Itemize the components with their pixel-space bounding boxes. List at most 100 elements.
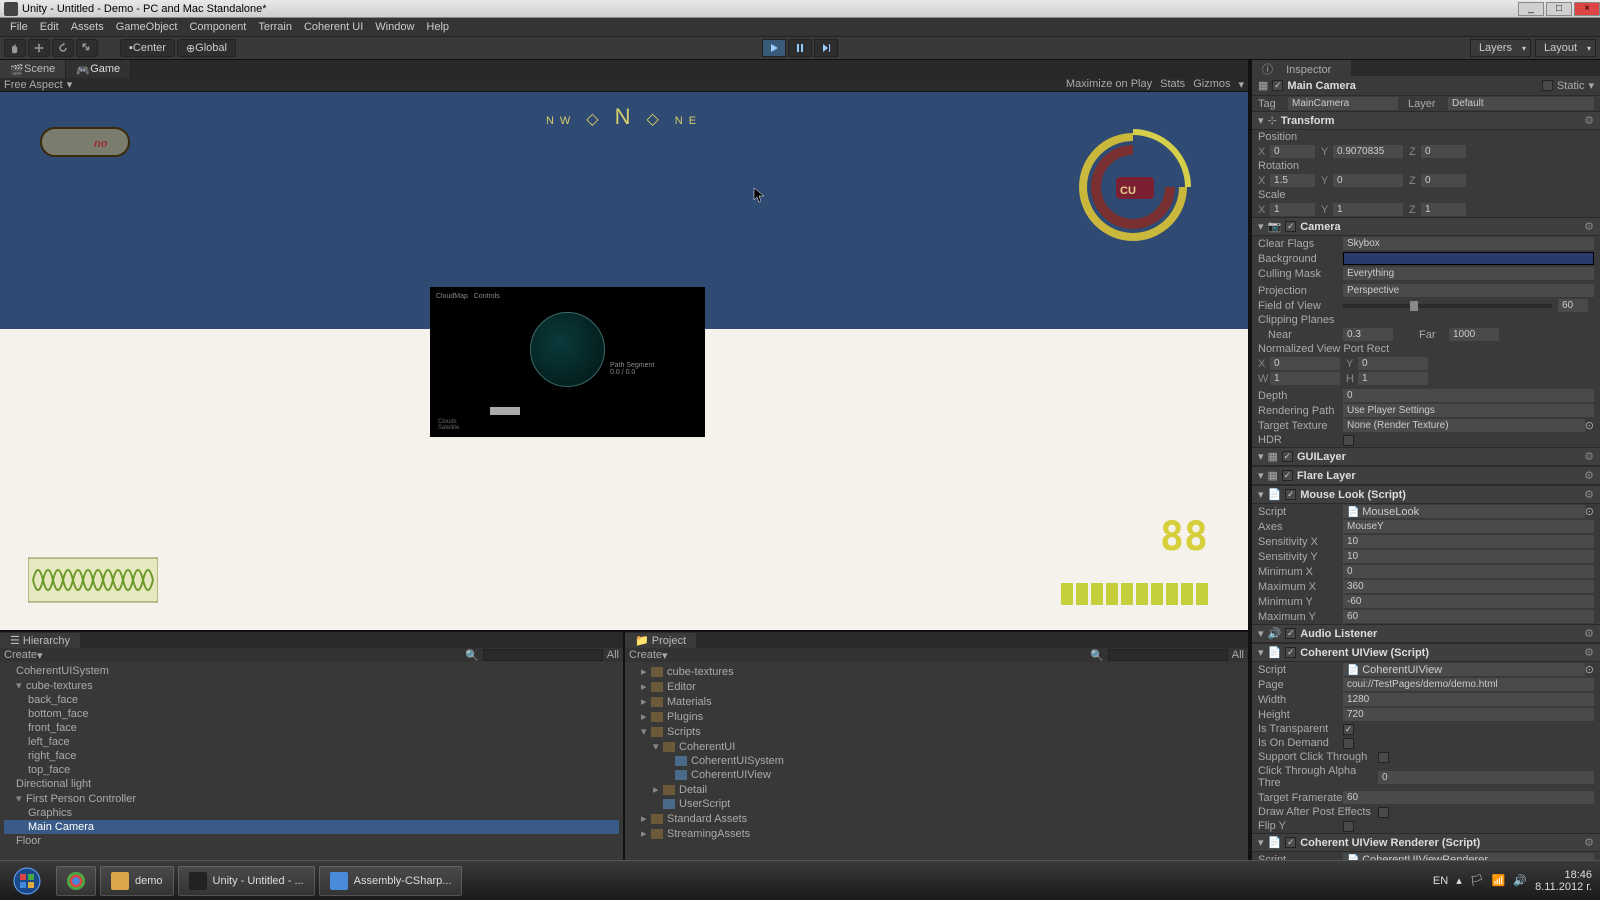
volume-icon[interactable]: 🔊 xyxy=(1513,874,1527,887)
coherentrenderer-enabled-checkbox[interactable] xyxy=(1285,837,1296,848)
ondemand-checkbox[interactable] xyxy=(1343,738,1354,749)
viewport-h-field[interactable] xyxy=(1358,372,1428,385)
step-button[interactable] xyxy=(814,39,838,57)
menu-component[interactable]: Component xyxy=(183,21,252,33)
start-button[interactable] xyxy=(4,864,50,898)
hierarchy-item[interactable]: bottom_face xyxy=(4,707,619,721)
maximize-on-play-toggle[interactable]: Maximize on Play xyxy=(1066,78,1152,91)
culling-mask-dropdown[interactable]: Everything xyxy=(1343,267,1594,280)
project-item[interactable]: UserScript xyxy=(629,797,1244,811)
guilayer-enabled-checkbox[interactable] xyxy=(1282,451,1293,462)
tag-dropdown[interactable]: MainCamera xyxy=(1288,97,1398,110)
camera-enabled-checkbox[interactable] xyxy=(1285,221,1296,232)
clickalpha-field[interactable] xyxy=(1378,771,1594,784)
viewport-x-field[interactable] xyxy=(1270,357,1340,370)
audiolistener-component-header[interactable]: ▾🔊Audio Listener⚙ xyxy=(1252,624,1600,643)
targetfps-field[interactable] xyxy=(1343,791,1594,804)
viewport-y-field[interactable] xyxy=(1358,357,1428,370)
static-checkbox[interactable] xyxy=(1542,80,1553,91)
aspect-dropdown[interactable]: Free Aspect xyxy=(4,79,63,91)
miny-field[interactable] xyxy=(1343,595,1594,608)
project-item[interactable]: ▸ StreamingAssets xyxy=(629,826,1244,841)
layer-dropdown[interactable]: Default xyxy=(1448,97,1594,110)
far-clip-field[interactable] xyxy=(1449,328,1499,341)
hierarchy-item[interactable]: back_face xyxy=(4,693,619,707)
camera-component-header[interactable]: ▾📷Camera⚙ xyxy=(1252,217,1600,236)
fov-slider[interactable] xyxy=(1343,304,1552,308)
gameobject-enabled-checkbox[interactable] xyxy=(1272,80,1283,91)
page-field[interactable] xyxy=(1343,678,1594,691)
project-tab[interactable]: 📁 Project xyxy=(625,633,696,648)
taskbar-vs[interactable]: Assembly-CSharp... xyxy=(319,866,463,896)
mouselook-enabled-checkbox[interactable] xyxy=(1285,489,1296,500)
gear-icon[interactable]: ⚙ xyxy=(1584,627,1594,640)
gameobject-name[interactable]: Main Camera xyxy=(1287,80,1355,92)
hierarchy-create-dropdown[interactable]: Create xyxy=(4,649,37,661)
project-item[interactable]: ▸ cube-textures xyxy=(629,664,1244,679)
coherentview-component-header[interactable]: ▾📄Coherent UIView (Script)⚙ xyxy=(1252,643,1600,662)
taskbar-folder[interactable]: demo xyxy=(100,866,174,896)
clear-flags-dropdown[interactable]: Skybox xyxy=(1343,237,1594,250)
gear-icon[interactable]: ⚙ xyxy=(1584,450,1594,463)
drawafter-checkbox[interactable] xyxy=(1378,807,1389,818)
gear-icon[interactable]: ⚙ xyxy=(1584,836,1594,849)
project-tree[interactable]: ▸ cube-textures▸ Editor▸ Materials▸ Plug… xyxy=(625,662,1248,860)
target-texture-field[interactable]: None (Render Texture) xyxy=(1343,419,1585,432)
rotate-tool-button[interactable] xyxy=(52,39,74,57)
rotation-x-field[interactable] xyxy=(1270,174,1315,187)
gear-icon[interactable]: ⚙ xyxy=(1584,488,1594,501)
hierarchy-item[interactable]: Graphics xyxy=(4,806,619,820)
project-create-dropdown[interactable]: Create xyxy=(629,649,662,661)
stats-toggle[interactable]: Stats xyxy=(1160,78,1185,91)
project-item[interactable]: ▸ Materials xyxy=(629,694,1244,709)
hierarchy-tree[interactable]: CoherentUISystem ▾cube-textures back_fac… xyxy=(0,662,623,860)
minx-field[interactable] xyxy=(1343,565,1594,578)
hierarchy-search-input[interactable] xyxy=(483,649,603,661)
audiolistener-enabled-checkbox[interactable] xyxy=(1285,628,1296,639)
script-field[interactable]: 📄 MouseLook xyxy=(1343,505,1585,518)
hierarchy-item[interactable]: Directional light xyxy=(4,777,619,791)
menu-file[interactable]: File xyxy=(4,21,34,33)
hierarchy-item[interactable]: top_face xyxy=(4,763,619,777)
project-item[interactable]: ▸ Editor xyxy=(629,679,1244,694)
taskbar-clock[interactable]: 18:46 8.11.2012 г. xyxy=(1535,869,1592,893)
close-button[interactable]: × xyxy=(1574,2,1600,16)
menu-terrain[interactable]: Terrain xyxy=(252,21,298,33)
tray-arrow-icon[interactable]: ▴ xyxy=(1456,874,1462,887)
height-field[interactable] xyxy=(1343,708,1594,721)
flag-icon[interactable]: 🏳 xyxy=(1470,874,1484,887)
hand-tool-button[interactable] xyxy=(4,39,26,57)
object-picker-icon[interactable]: ⊙ xyxy=(1585,419,1594,432)
tab-scene[interactable]: 🎬Scene xyxy=(0,60,66,78)
hdr-checkbox[interactable] xyxy=(1343,435,1354,446)
maxy-field[interactable] xyxy=(1343,610,1594,623)
pivot-mode-button[interactable]: ▪ Center xyxy=(120,39,175,57)
near-clip-field[interactable] xyxy=(1343,328,1393,341)
gear-icon[interactable]: ⚙ xyxy=(1584,220,1594,233)
scale-z-field[interactable] xyxy=(1421,203,1466,216)
script-field[interactable]: 📄 CoherentUIView xyxy=(1343,663,1585,676)
project-item[interactable]: ▾ Scripts xyxy=(629,724,1244,739)
position-z-field[interactable] xyxy=(1421,145,1466,158)
project-item[interactable]: ▸ Detail xyxy=(629,782,1244,797)
position-x-field[interactable] xyxy=(1270,145,1315,158)
layers-dropdown[interactable]: Layers xyxy=(1470,39,1531,57)
menu-help[interactable]: Help xyxy=(420,21,455,33)
scale-tool-button[interactable] xyxy=(76,39,98,57)
sensx-field[interactable] xyxy=(1343,535,1594,548)
transparent-checkbox[interactable] xyxy=(1343,724,1354,735)
gear-icon[interactable]: ⚙ xyxy=(1584,114,1594,127)
fov-field[interactable] xyxy=(1558,299,1588,312)
object-picker-icon[interactable]: ⊙ xyxy=(1585,505,1594,518)
project-item[interactable]: ▾ CoherentUI xyxy=(629,739,1244,754)
script-field[interactable]: 📄 CoherentUIViewRenderer xyxy=(1343,853,1594,860)
flipy-checkbox[interactable] xyxy=(1343,821,1354,832)
menu-coherentui[interactable]: Coherent UI xyxy=(298,21,369,33)
maxx-field[interactable] xyxy=(1343,580,1594,593)
hierarchy-tab[interactable]: ☰ Hierarchy xyxy=(0,633,80,648)
lang-indicator[interactable]: EN xyxy=(1433,875,1448,887)
object-picker-icon[interactable]: ⊙ xyxy=(1585,663,1594,676)
hierarchy-item-selected[interactable]: Main Camera xyxy=(4,820,619,834)
rotation-y-field[interactable] xyxy=(1333,174,1403,187)
project-item[interactable]: CoherentUIView xyxy=(629,768,1244,782)
